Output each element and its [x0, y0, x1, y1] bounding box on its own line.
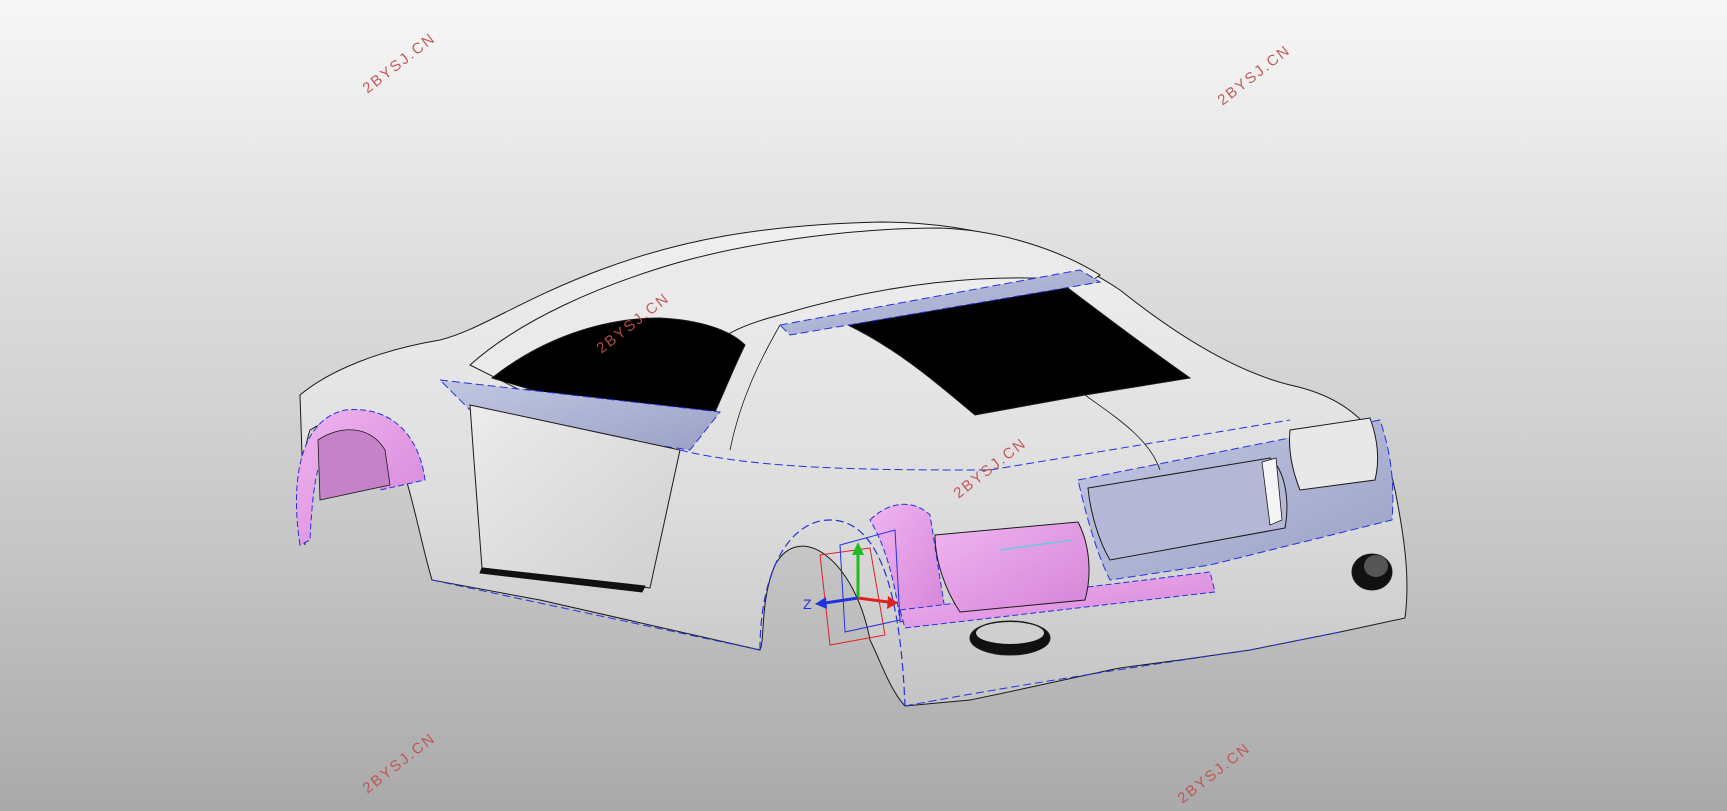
- rear-lamp-right[interactable]: [1289, 417, 1379, 491]
- triad-z-arrow: [815, 597, 827, 609]
- exhaust-left-inner: [976, 622, 1044, 644]
- exhaust-right-inner: [1364, 555, 1388, 577]
- car-body-model[interactable]: Z: [0, 0, 1727, 811]
- rear-lamp-left[interactable]: [934, 521, 1090, 613]
- 3d-viewport[interactable]: Z 2BYSJ.CN 2BYSJ.CN 2BYSJ.CN 2BYSJ.CN 2B…: [0, 0, 1727, 811]
- triad-z-axis: [824, 596, 859, 605]
- triad-z-label: Z: [803, 596, 812, 612]
